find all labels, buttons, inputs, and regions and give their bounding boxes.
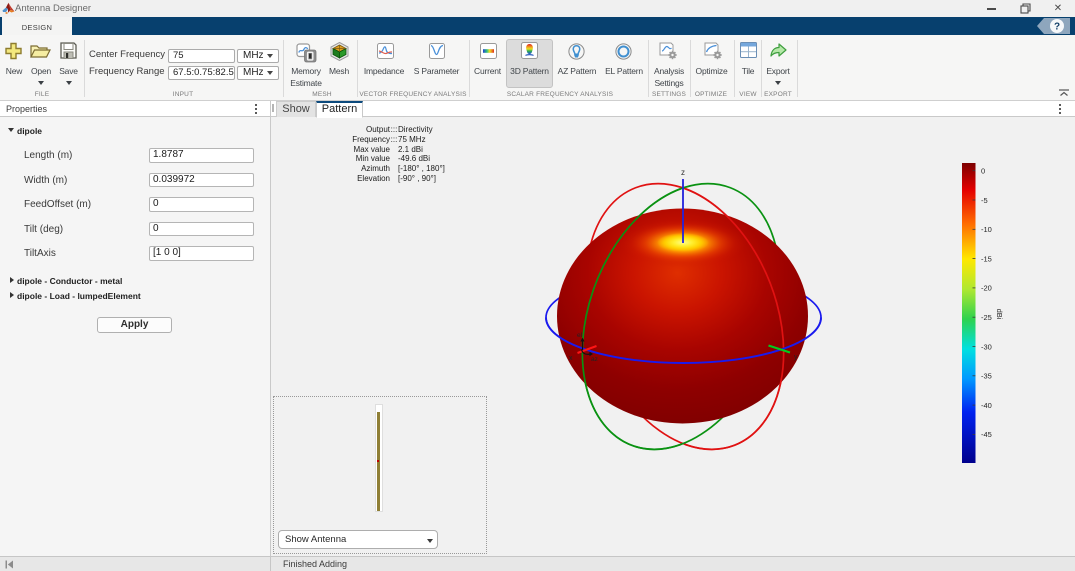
- svg-text:z: z: [681, 168, 685, 177]
- svg-text:-30: -30: [981, 342, 992, 351]
- svg-text:-15: -15: [981, 254, 992, 263]
- svg-text:-20: -20: [981, 284, 992, 293]
- svg-text:-35: -35: [981, 372, 992, 381]
- svg-text:?: ?: [1054, 22, 1060, 33]
- svg-text:-25: -25: [981, 313, 992, 322]
- svg-text:az: az: [591, 356, 598, 363]
- svg-text:dBi: dBi: [995, 309, 1004, 320]
- svg-text:0: 0: [981, 167, 985, 176]
- svg-text:y: y: [794, 354, 798, 361]
- svg-text:-45: -45: [981, 430, 992, 439]
- svg-text:el: el: [577, 332, 583, 339]
- svg-text:x: x: [569, 355, 573, 362]
- svg-text:-40: -40: [981, 401, 992, 410]
- svg-text:-5: -5: [981, 196, 988, 205]
- svg-text:-10: -10: [981, 225, 992, 234]
